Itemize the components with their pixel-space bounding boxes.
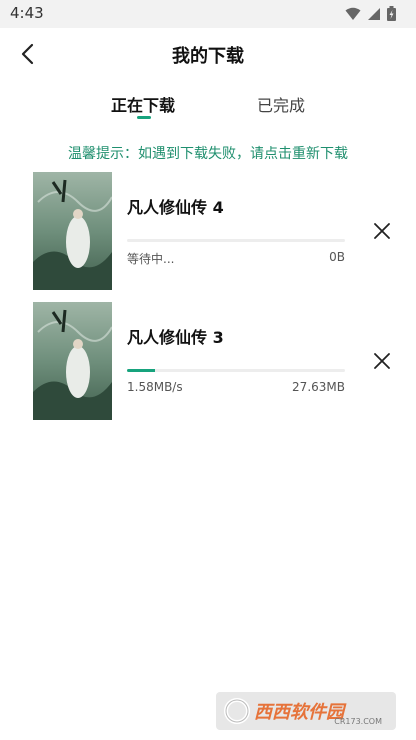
close-icon [374, 223, 390, 239]
download-speed: 1.58MB/s [127, 380, 183, 394]
tab-bar: 正在下载 已完成 [0, 88, 416, 124]
watermark-brand: 西西软件园 [254, 702, 344, 723]
signal-icon [368, 7, 380, 20]
download-size: 27.63MB [292, 380, 345, 394]
tab-completed[interactable]: 已完成 [257, 92, 305, 116]
tip-text: 温馨提示：如遇到下载失败，请点击重新下载 [68, 146, 348, 162]
tab-downloading[interactable]: 正在下载 [111, 92, 175, 116]
logo-icon [224, 698, 250, 724]
status-time: 4:43 [10, 4, 44, 22]
progress-bar [127, 239, 345, 242]
app-bar: 我的下载 [0, 28, 416, 80]
progress-fill [127, 369, 156, 372]
delete-button[interactable] [371, 350, 393, 372]
status-icons [345, 6, 396, 21]
wifi-icon [345, 7, 361, 20]
tab-indicator [137, 116, 151, 119]
poster-image [33, 172, 112, 290]
download-size: 0B [329, 250, 345, 264]
page-title: 我的下载 [172, 46, 244, 67]
download-status: 等待中... [127, 252, 175, 266]
close-icon [374, 353, 390, 369]
watermark-logo: 西西软件园 CR173.COM [216, 692, 396, 730]
delete-button[interactable] [371, 220, 393, 242]
watermark-domain: CR173.COM [334, 717, 382, 726]
download-item[interactable]: 凡人修仙传 3 1.58MB/s 27.63MB [0, 302, 416, 422]
status-bar: 4:43 [0, 0, 416, 28]
item-title: 凡人修仙传 4 [127, 198, 224, 217]
progress-bar [127, 369, 345, 372]
download-item[interactable]: 凡人修仙传 4 等待中... 0B [0, 172, 416, 292]
poster-image [33, 302, 112, 420]
battery-icon [387, 6, 396, 21]
item-title: 凡人修仙传 3 [127, 328, 224, 347]
